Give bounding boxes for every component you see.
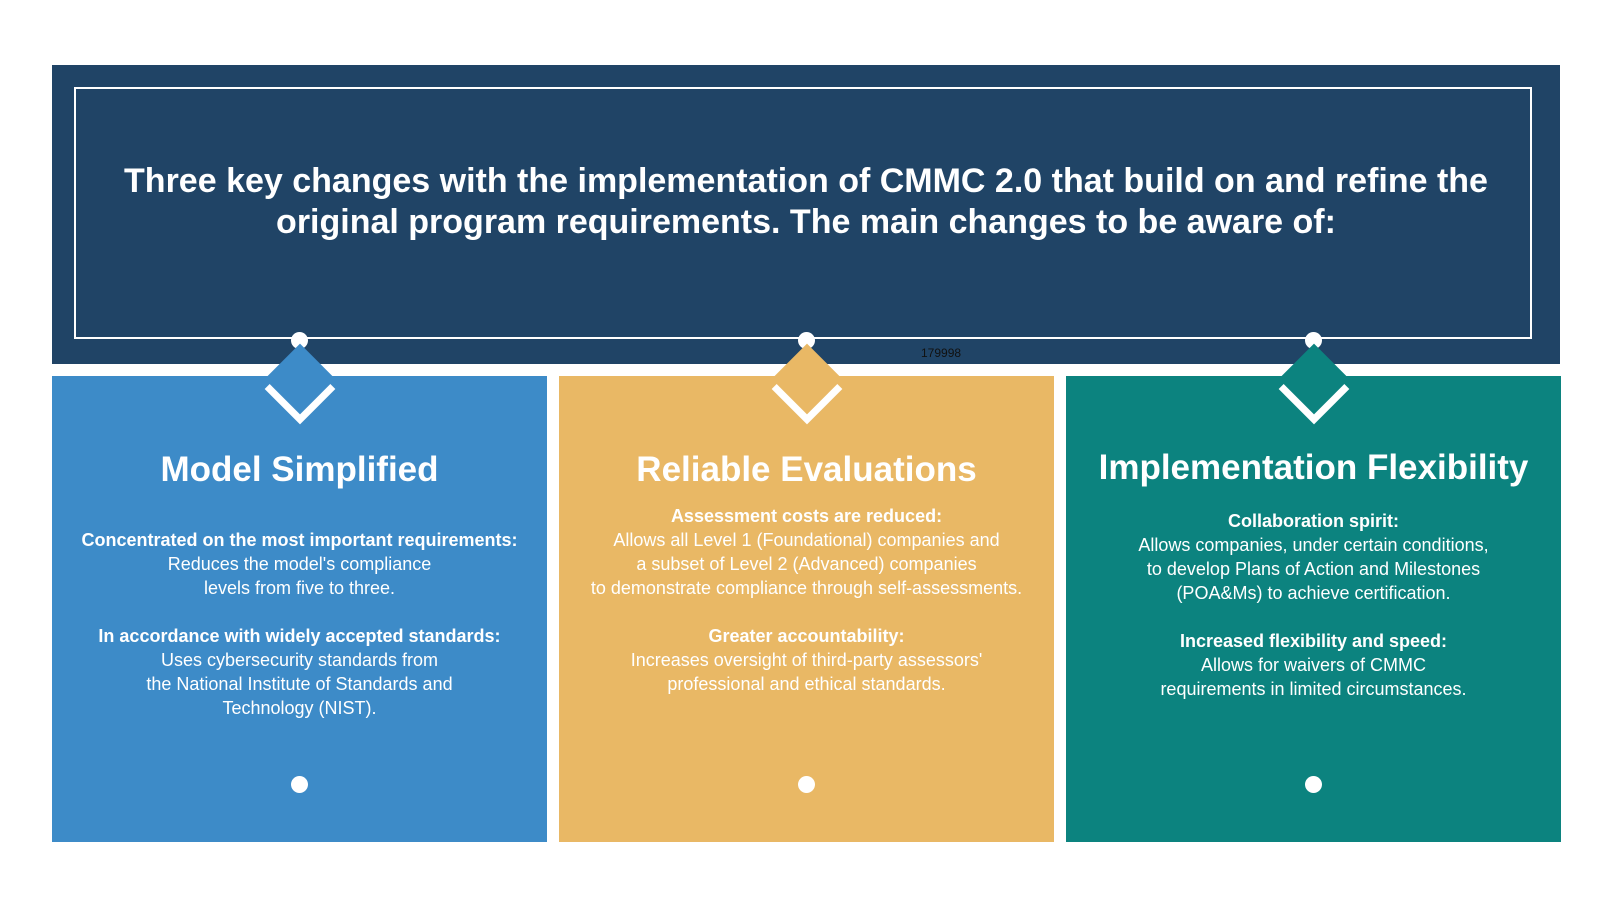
section-line: Increases oversight of third-party asses… bbox=[630, 650, 983, 670]
header-banner: Three key changes with the implementatio… bbox=[52, 65, 1560, 364]
section-line: levels from five to three. bbox=[203, 578, 396, 598]
card-section: Collaboration spirit: Allows companies, … bbox=[1076, 509, 1551, 605]
section-heading: Collaboration spirit: bbox=[1228, 511, 1399, 531]
card-model-simplified: Model Simplified Concentrated on the mos… bbox=[52, 343, 547, 842]
section-line: Uses cybersecurity standards from bbox=[160, 650, 439, 670]
section-heading: Assessment costs are reduced: bbox=[670, 506, 943, 526]
header-title: Three key changes with the implementatio… bbox=[124, 162, 1488, 241]
section-line: to demonstrate compliance through self-a… bbox=[590, 578, 1023, 598]
section-heading: Concentrated on the most important requi… bbox=[81, 530, 518, 550]
section-heading: In accordance with widely accepted stand… bbox=[98, 626, 501, 646]
card-section: Greater accountability: Increases oversi… bbox=[569, 624, 1044, 696]
section-line: Allows companies, under certain conditio… bbox=[1138, 535, 1489, 555]
card-dot bbox=[797, 776, 815, 793]
card-title: Implementation Flexibility bbox=[1098, 448, 1529, 487]
section-line: to develop Plans of Action and Milestone… bbox=[1146, 559, 1481, 579]
card-title: Reliable Evaluations bbox=[636, 450, 977, 489]
card-body: Collaboration spirit: Allows companies, … bbox=[1076, 509, 1551, 725]
section-heading: Increased flexibility and speed: bbox=[1179, 631, 1448, 651]
card-section: Concentrated on the most important requi… bbox=[62, 528, 537, 600]
card-dot bbox=[290, 776, 308, 793]
section-line: requirements in limited circumstances. bbox=[1160, 679, 1467, 699]
section-line: Allows for waivers of CMMC bbox=[1200, 655, 1427, 675]
section-line: (POA&Ms) to achieve certification. bbox=[1176, 583, 1451, 603]
card-implementation-flexibility: Implementation Flexibility Collaboration… bbox=[1066, 343, 1561, 842]
section-heading: Greater accountability: bbox=[708, 626, 905, 646]
section-line: Technology (NIST). bbox=[222, 698, 377, 718]
section-line: the National Institute of Standards and bbox=[146, 674, 453, 694]
card-section: Increased flexibility and speed: Allows … bbox=[1076, 629, 1551, 701]
code-label: 179998 bbox=[921, 346, 962, 360]
card-body: Assessment costs are reduced: Allows all… bbox=[569, 504, 1044, 720]
card-dot bbox=[1304, 776, 1322, 793]
section-line: a subset of Level 2 (Advanced) companies bbox=[636, 554, 977, 574]
card-title: Model Simplified bbox=[160, 450, 439, 489]
section-line: professional and ethical standards. bbox=[667, 674, 946, 694]
card-section: Assessment costs are reduced: Allows all… bbox=[569, 504, 1044, 600]
section-line: Allows all Level 1 (Foundational) compan… bbox=[613, 530, 1000, 550]
card-reliable-evaluations: Reliable Evaluations Assessment costs ar… bbox=[559, 343, 1054, 842]
card-section: In accordance with widely accepted stand… bbox=[62, 624, 537, 720]
card-body: Concentrated on the most important requi… bbox=[62, 528, 537, 744]
section-line: Reduces the model's compliance bbox=[167, 554, 432, 574]
